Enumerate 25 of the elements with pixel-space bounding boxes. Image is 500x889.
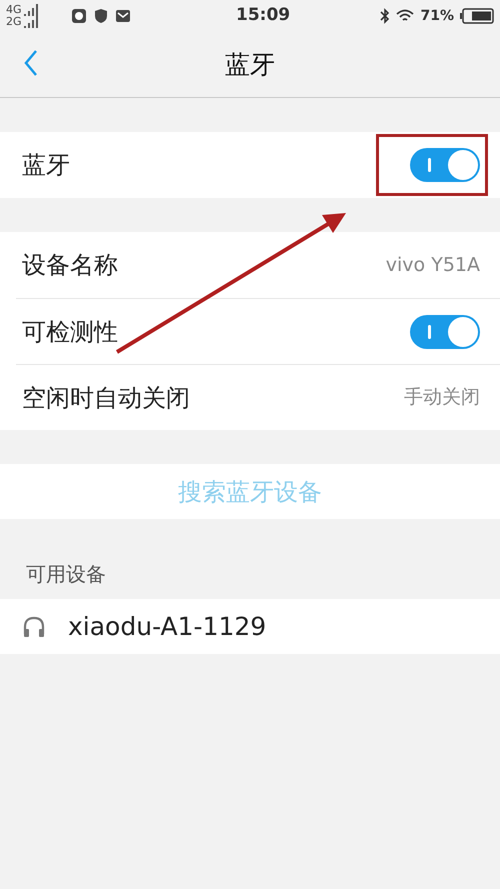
battery-percent: 71% xyxy=(420,6,454,26)
setting-label: 可检测性 xyxy=(22,316,118,348)
back-chevron-icon xyxy=(23,49,39,77)
battery-icon xyxy=(460,8,494,24)
device-name: xiaodu-A1-1129 xyxy=(68,610,266,643)
device-item[interactable]: xiaodu-A1-1129 xyxy=(0,599,500,654)
mail-icon xyxy=(116,9,130,23)
network-label: 4G xyxy=(6,4,22,16)
section-heading: 可用设备 xyxy=(26,561,106,588)
network-label: 2G xyxy=(6,16,22,28)
signal-icon xyxy=(24,16,40,28)
setting-value: 手动关闭 xyxy=(404,386,480,408)
setting-label: 设备名称 xyxy=(22,250,118,281)
clock-text: 15:09 xyxy=(236,4,290,28)
toggle-switch[interactable] xyxy=(410,148,480,182)
setting-label: 空闲时自动关闭 xyxy=(22,382,190,414)
setting-value: vivo Y51A xyxy=(386,254,480,276)
bluetooth-icon xyxy=(380,8,390,24)
headphones-icon xyxy=(22,616,46,638)
setting-label: 蓝牙 xyxy=(22,150,70,181)
shield-icon xyxy=(94,9,108,23)
wifi-icon xyxy=(396,9,414,23)
signal-icon xyxy=(24,4,40,16)
page-title: 蓝牙 xyxy=(225,48,275,81)
toggle-switch[interactable] xyxy=(410,314,480,348)
